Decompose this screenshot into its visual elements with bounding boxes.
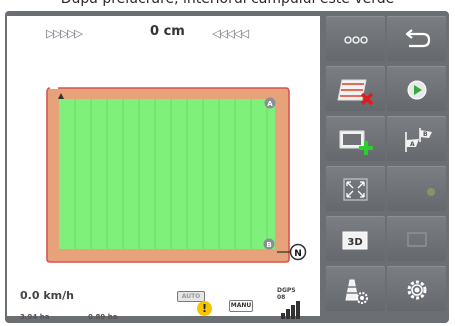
view-3d-button[interactable]: 3D bbox=[326, 216, 385, 261]
svg-text:A: A bbox=[410, 141, 415, 148]
point-a-label: A bbox=[267, 100, 273, 108]
undo-arrow-icon bbox=[405, 29, 431, 48]
cone-gear-icon bbox=[345, 279, 368, 304]
implement-settings-button[interactable] bbox=[326, 266, 385, 311]
signal-strength-icon bbox=[281, 301, 303, 319]
flag-ab-icon: A B bbox=[405, 128, 432, 152]
north-label: N bbox=[294, 249, 302, 259]
speed-readout: 0.0 km/h bbox=[20, 289, 74, 302]
disabled-icon bbox=[427, 188, 435, 196]
disabled-button-b bbox=[387, 216, 446, 261]
start-button[interactable] bbox=[387, 66, 446, 111]
field-map: A B N bbox=[46, 87, 307, 263]
dgps-sub: 08 bbox=[277, 294, 286, 301]
svg-text:B: B bbox=[423, 131, 428, 138]
gear-icon bbox=[407, 280, 427, 300]
3d-label: 3D bbox=[347, 237, 362, 248]
field-delete-icon bbox=[337, 79, 374, 106]
point-b-label: B bbox=[266, 241, 271, 249]
dgps-status: DGPS 08 bbox=[277, 287, 296, 301]
fit-view-button[interactable] bbox=[326, 166, 385, 211]
add-field-button[interactable] bbox=[326, 116, 385, 161]
zoom-extents-icon bbox=[343, 178, 368, 201]
play-icon bbox=[407, 80, 427, 100]
delete-headland-button[interactable] bbox=[326, 66, 385, 111]
area-worked: 0.89 ha bbox=[88, 313, 118, 321]
manual-mode-badge[interactable]: MANU bbox=[229, 300, 253, 312]
field-add-icon bbox=[339, 130, 373, 155]
3d-icon: 3D bbox=[342, 231, 368, 250]
ab-line-button[interactable]: A B bbox=[387, 116, 446, 161]
warning-icon[interactable]: ! bbox=[197, 301, 212, 316]
disabled-icon bbox=[407, 232, 427, 247]
area-total: 3.94 ha bbox=[20, 313, 50, 321]
disabled-button-a bbox=[387, 166, 446, 211]
auto-mode-badge[interactable]: AUTO bbox=[177, 291, 205, 302]
more-menu-button[interactable] bbox=[326, 16, 385, 61]
settings-button[interactable] bbox=[387, 266, 446, 311]
back-button[interactable] bbox=[387, 16, 446, 61]
dgps-label: DGPS bbox=[277, 287, 296, 294]
dots-icon bbox=[344, 36, 368, 44]
